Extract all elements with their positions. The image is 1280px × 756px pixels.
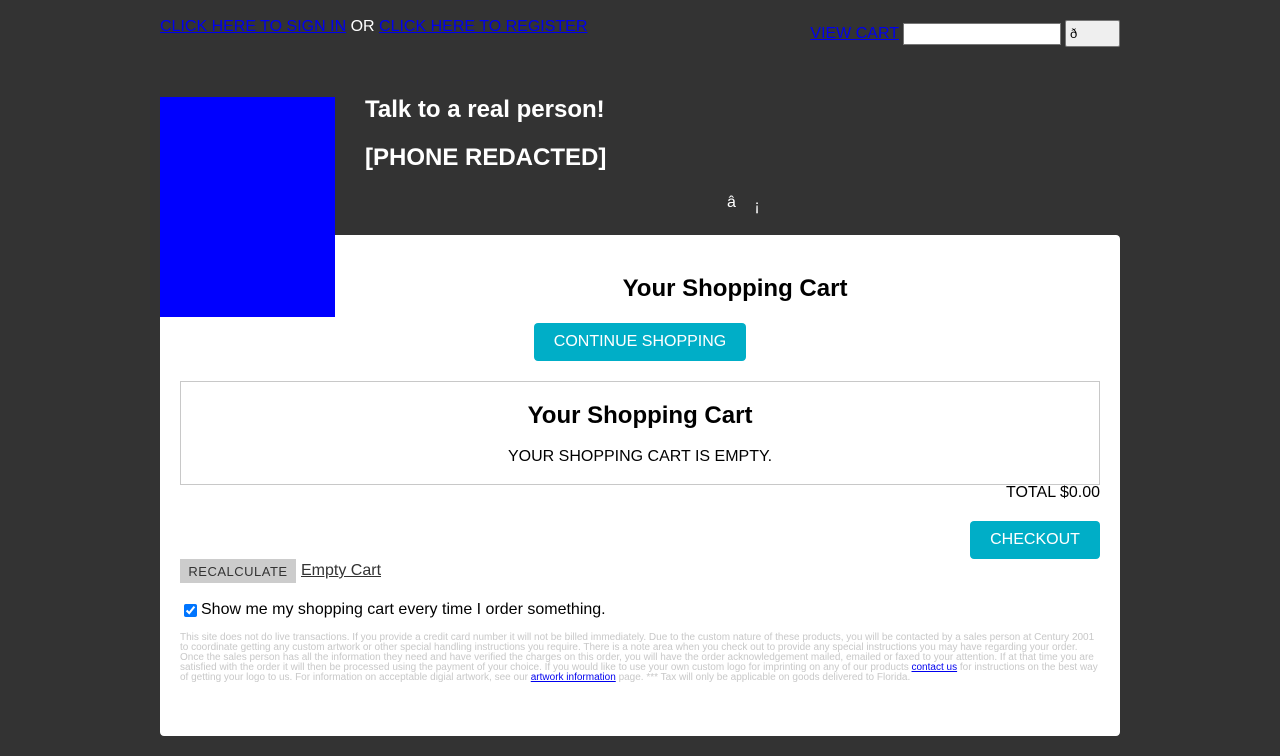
cart-search-bar: VIEW CART ð <box>810 20 1120 47</box>
search-input[interactable] <box>903 22 1061 45</box>
page-title: Your Shopping Cart <box>622 275 848 302</box>
broken-glyphs: â ¡ <box>727 194 760 216</box>
show-cart-label: Show me my shopping cart every time I or… <box>201 601 606 618</box>
cart-actions: RECALCULATE Empty Cart <box>180 559 381 583</box>
page-wrapper: CLICK HERE TO SIGN IN OR CLICK HERE TO R… <box>160 0 1120 756</box>
contact-us-link[interactable]: contact us <box>912 662 958 673</box>
logo-image <box>160 97 335 317</box>
contact-heading: Talk to a real person! <box>365 96 605 123</box>
cart-contents-box: Your Shopping Cart YOUR SHOPPING CART IS… <box>180 381 1100 485</box>
empty-cart-link[interactable]: Empty Cart <box>301 562 381 580</box>
disclaimer-part-1: This site does not do live transactions.… <box>180 632 1095 673</box>
view-cart-link[interactable]: VIEW CART <box>810 25 899 43</box>
search-button[interactable]: ð <box>1065 20 1120 47</box>
show-cart-checkbox[interactable] <box>184 603 197 617</box>
continue-shopping-button[interactable]: CONTINUE SHOPPING <box>534 323 746 361</box>
or-text: OR <box>350 18 375 35</box>
phone-number: [PHONE REDACTED] <box>365 144 607 171</box>
show-cart-option: Show me my shopping cart every time I or… <box>182 601 606 619</box>
disclaimer-part-3: page. *** Tax will only be applicable on… <box>618 672 911 683</box>
recalculate-button[interactable]: RECALCULATE <box>180 559 296 583</box>
glyph-b: ¡ <box>754 198 760 215</box>
cart-total: TOTAL $0.00 <box>1006 484 1100 502</box>
cart-box-title: Your Shopping Cart <box>527 402 753 429</box>
checkout-button[interactable]: CHECKOUT <box>970 521 1100 559</box>
register-link[interactable]: CLICK HERE TO REGISTER <box>379 18 587 35</box>
empty-cart-message: YOUR SHOPPING CART IS EMPTY. <box>507 448 773 465</box>
total-label: TOTAL <box>1006 484 1056 501</box>
artwork-information-link[interactable]: artwork information <box>531 672 616 683</box>
total-value: $0.00 <box>1059 484 1100 501</box>
disclaimer-text: This site does not do live transactions.… <box>180 633 1100 683</box>
sign-in-link[interactable]: CLICK HERE TO SIGN IN <box>160 18 346 35</box>
contact-block: Talk to a real person! [PHONE REDACTED] <box>365 96 606 172</box>
account-links: CLICK HERE TO SIGN IN OR CLICK HERE TO R… <box>160 18 587 36</box>
glyph-a: â <box>727 194 736 211</box>
